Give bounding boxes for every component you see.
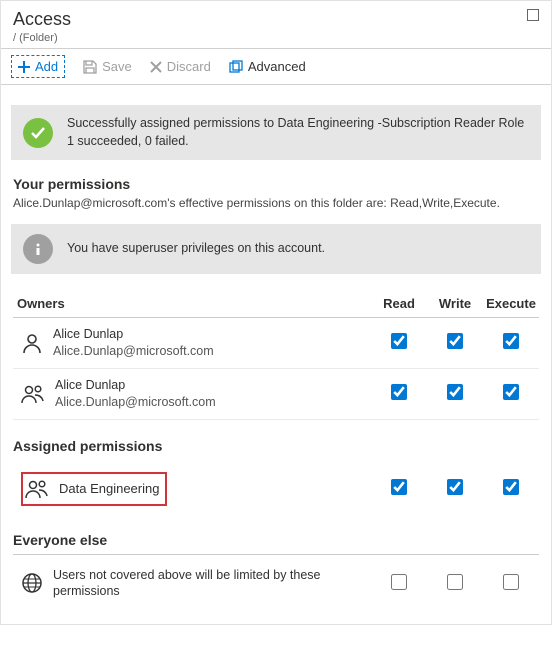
owner0-write[interactable] [447, 333, 463, 349]
owner-email: Alice.Dunlap@microsoft.com [55, 394, 216, 411]
success-line2: 1 succeeded, 0 failed. [67, 133, 524, 151]
your-permissions-heading: Your permissions [13, 176, 539, 192]
assigned0-read[interactable] [391, 479, 407, 495]
owner0-read[interactable] [391, 333, 407, 349]
your-permissions-section: Your permissions Alice.Dunlap@microsoft.… [1, 160, 551, 218]
col-execute: Execute [483, 296, 539, 311]
add-button[interactable]: Add [11, 55, 65, 78]
success-icon [23, 118, 53, 148]
owner-name: Alice Dunlap [53, 326, 214, 343]
save-label: Save [102, 59, 132, 74]
owner0-execute[interactable] [503, 333, 519, 349]
owner1-read[interactable] [391, 384, 407, 400]
discard-label: Discard [167, 59, 211, 74]
plus-icon [18, 61, 30, 73]
info-icon [23, 234, 53, 264]
your-permissions-text: Alice.Dunlap@microsoft.com's effective p… [13, 196, 539, 210]
advanced-button[interactable]: Advanced [229, 59, 306, 74]
assigned0-execute[interactable] [503, 479, 519, 495]
highlighted-entry: Data Engineering [21, 472, 167, 506]
everyone-heading: Everyone else [13, 532, 539, 555]
owners-section: Owners Read Write Execute Alice Dunlap A… [1, 274, 551, 428]
globe-icon [21, 572, 43, 594]
panel-title: Access [13, 9, 539, 30]
assigned0-write[interactable] [447, 479, 463, 495]
owner-email: Alice.Dunlap@microsoft.com [53, 343, 214, 360]
add-label: Add [35, 59, 58, 74]
save-button[interactable]: Save [83, 59, 132, 74]
everyone-read[interactable] [391, 574, 407, 590]
owner-name: Alice Dunlap [55, 377, 216, 394]
user-icon [21, 332, 43, 354]
group-icon [25, 478, 49, 500]
discard-button[interactable]: Discard [150, 59, 211, 74]
owner1-write[interactable] [447, 384, 463, 400]
owner-row: Alice Dunlap Alice.Dunlap@microsoft.com [13, 318, 539, 369]
breadcrumb: / (Folder) [13, 32, 539, 44]
assigned-heading: Assigned permissions [13, 438, 539, 454]
owner1-execute[interactable] [503, 384, 519, 400]
superuser-text: You have superuser privileges on this ac… [67, 240, 325, 258]
everyone-execute[interactable] [503, 574, 519, 590]
advanced-icon [229, 60, 243, 74]
advanced-label: Advanced [248, 59, 306, 74]
discard-icon [150, 61, 162, 73]
assigned-row: Data Engineering [13, 464, 539, 514]
maximize-icon[interactable] [527, 9, 539, 21]
owner-row: Alice Dunlap Alice.Dunlap@microsoft.com [13, 369, 539, 420]
col-write: Write [427, 296, 483, 311]
access-panel: Access / (Folder) Add Save Discard [0, 0, 552, 625]
success-line1: Successfully assigned permissions to Dat… [67, 115, 524, 133]
assigned-name: Data Engineering [59, 481, 159, 496]
toolbar: Add Save Discard Advanced [1, 48, 551, 85]
everyone-write[interactable] [447, 574, 463, 590]
everyone-section: Everyone else Users not covered above wi… [1, 522, 551, 625]
success-banner: Successfully assigned permissions to Dat… [11, 105, 541, 160]
everyone-text: Users not covered above will be limited … [53, 567, 333, 601]
panel-header: Access / (Folder) [1, 1, 551, 48]
superuser-banner: You have superuser privileges on this ac… [11, 224, 541, 274]
assigned-section: Assigned permissions Data Engineering [1, 428, 551, 522]
everyone-row: Users not covered above will be limited … [13, 559, 539, 609]
group-icon [21, 383, 45, 405]
save-icon [83, 60, 97, 74]
owners-heading: Owners [13, 296, 371, 311]
col-read: Read [371, 296, 427, 311]
